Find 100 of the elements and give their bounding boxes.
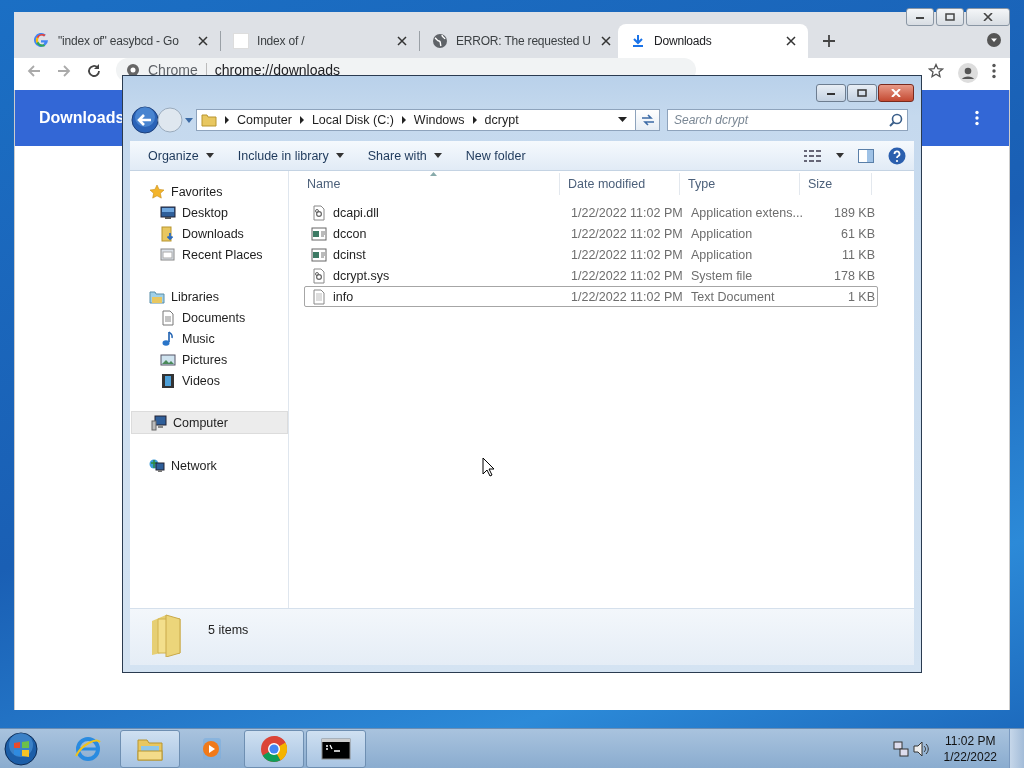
taskbar-button[interactable] xyxy=(306,729,366,768)
menu-icon[interactable] xyxy=(992,63,996,79)
minimize-button[interactable] xyxy=(816,84,846,102)
address-bar[interactable]: Computer Local Disk (C:) Windows dcrypt xyxy=(196,109,636,131)
file-name: dcinst xyxy=(333,247,366,262)
preview-pane-icon[interactable] xyxy=(858,148,874,163)
nav-item[interactable]: Music xyxy=(130,328,288,349)
star-icon[interactable] xyxy=(928,63,944,79)
nav-item[interactable]: Documents xyxy=(130,307,288,328)
nav-item[interactable]: Libraries xyxy=(130,286,288,307)
date-cell-text: 1/22/2022 11:02 PM xyxy=(570,288,684,306)
column-header[interactable]: Size xyxy=(800,173,872,195)
browser-tab[interactable]: ERROR: The requested U xyxy=(420,24,618,58)
view-options-icon[interactable] xyxy=(804,148,822,163)
tab-title: "index of" easybcd - Go xyxy=(58,34,180,48)
file-row[interactable]: dcapi.dll 1/22/2022 11:02 PM Application extens... 189 KB xyxy=(304,202,878,223)
profile-icon[interactable] xyxy=(958,63,978,83)
breadcrumb-item[interactable]: dcrypt xyxy=(484,113,519,127)
url-text: chrome://downloads xyxy=(214,63,341,77)
menu-icon[interactable] xyxy=(975,110,979,126)
toolbar-button[interactable]: New folder xyxy=(457,145,534,166)
dropdown-icon[interactable] xyxy=(618,117,627,123)
close-icon xyxy=(198,36,208,46)
maximize-icon xyxy=(945,13,955,21)
close-tab-button[interactable] xyxy=(598,34,613,48)
google-icon xyxy=(34,33,50,49)
close-tab-button[interactable] xyxy=(784,34,798,48)
file-row[interactable]: dcrypt.sys 1/22/2022 11:02 PM System file 178 KB xyxy=(304,265,878,286)
close-icon xyxy=(600,36,611,46)
network-icon[interactable] xyxy=(891,739,910,758)
maximize-button[interactable] xyxy=(936,8,964,26)
monitor-icon xyxy=(160,204,176,221)
clock[interactable]: 11:02 PM 1/22/2022 xyxy=(943,732,997,765)
globe-icon xyxy=(432,33,448,49)
file-row[interactable]: dcinst 1/22/2022 11:02 PM Application 11 KB xyxy=(304,244,878,265)
document-icon xyxy=(160,309,176,326)
breadcrumb-item[interactable]: Windows xyxy=(413,113,465,127)
file-name: dcrypt.sys xyxy=(333,268,390,283)
nav-item[interactable]: Network xyxy=(130,455,288,476)
search-icon[interactable] xyxy=(889,113,903,127)
settings-file-icon xyxy=(311,204,327,221)
menu-button[interactable]: Organize xyxy=(140,145,222,166)
new-tab-icon[interactable] xyxy=(822,34,836,48)
column-header[interactable]: Name xyxy=(299,173,560,195)
nav-item[interactable]: Pictures xyxy=(130,349,288,370)
file-row[interactable]: dccon 1/22/2022 11:02 PM Application 61 KB xyxy=(304,223,878,244)
close-button[interactable] xyxy=(878,84,914,102)
start-button[interactable] xyxy=(4,731,38,766)
folder-icon xyxy=(160,225,176,242)
chevron-icon xyxy=(224,116,230,124)
film-icon xyxy=(160,372,176,389)
volume-icon[interactable] xyxy=(911,739,930,758)
refresh-button[interactable] xyxy=(636,109,660,131)
breadcrumb-item[interactable]: Computer xyxy=(237,113,292,127)
browser-tab[interactable]: Downloads xyxy=(618,24,808,58)
page-title: Downloads xyxy=(39,109,125,127)
file-name: dcapi.dll xyxy=(333,205,379,220)
browser-tab[interactable]: "index of" easybcd - Go xyxy=(22,24,220,58)
size-cell-text: 61 KB xyxy=(839,225,876,243)
tab-title: Index of / xyxy=(257,34,306,48)
menu-button[interactable]: Include in library xyxy=(229,145,352,166)
column-header[interactable]: Date modified xyxy=(560,173,680,195)
column-header[interactable]: Type xyxy=(680,173,800,195)
help-icon[interactable] xyxy=(888,146,906,165)
settings-file-icon xyxy=(311,267,327,284)
menu-button[interactable]: Share with xyxy=(359,145,450,166)
nav-item[interactable]: Downloads xyxy=(130,223,288,244)
clock-time: 11:02 PM xyxy=(945,732,996,749)
maximize-button[interactable] xyxy=(847,84,877,102)
nav-item[interactable]: Favorites xyxy=(130,181,288,202)
nav-item[interactable]: Recent Places xyxy=(130,244,288,265)
reload-icon[interactable] xyxy=(86,63,102,79)
computer-icon xyxy=(151,414,167,431)
close-tab-button[interactable] xyxy=(395,34,409,48)
date-cell-text: 1/22/2022 11:02 PM xyxy=(570,246,684,264)
tab-title: Downloads xyxy=(654,34,713,48)
nav-item[interactable]: Desktop xyxy=(130,202,288,223)
date-cell-text: 1/22/2022 11:02 PM xyxy=(570,204,684,222)
date-cell-text: 1/22/2022 11:02 PM xyxy=(570,225,684,243)
close-tab-button[interactable] xyxy=(196,34,210,48)
chrome-icon xyxy=(259,733,289,764)
nav-item[interactable]: Videos xyxy=(130,370,288,391)
dropdown-icon[interactable] xyxy=(836,153,844,158)
file-row[interactable]: info 1/22/2022 11:02 PM Text Document 1 KB xyxy=(304,286,878,307)
type-cell-text: Application xyxy=(690,225,754,243)
minimize-button[interactable] xyxy=(906,8,934,26)
close-button[interactable] xyxy=(966,8,1010,26)
nav-item[interactable]: Computer xyxy=(131,411,288,434)
back-icon[interactable] xyxy=(131,106,159,134)
star-icon xyxy=(149,183,165,200)
size-cell-text: 1 KB xyxy=(846,288,876,306)
search-field[interactable]: Search dcrypt xyxy=(667,109,908,131)
breadcrumb-item[interactable]: Local Disk (C:) xyxy=(311,113,394,127)
browser-tab[interactable]: Index of / xyxy=(221,24,419,58)
size-cell-text: 178 KB xyxy=(833,267,876,285)
maximize-icon xyxy=(857,89,867,97)
application-icon xyxy=(311,246,327,263)
dropdown-icon[interactable] xyxy=(986,32,1002,48)
music-note-icon xyxy=(160,330,176,347)
close-icon xyxy=(397,36,407,46)
